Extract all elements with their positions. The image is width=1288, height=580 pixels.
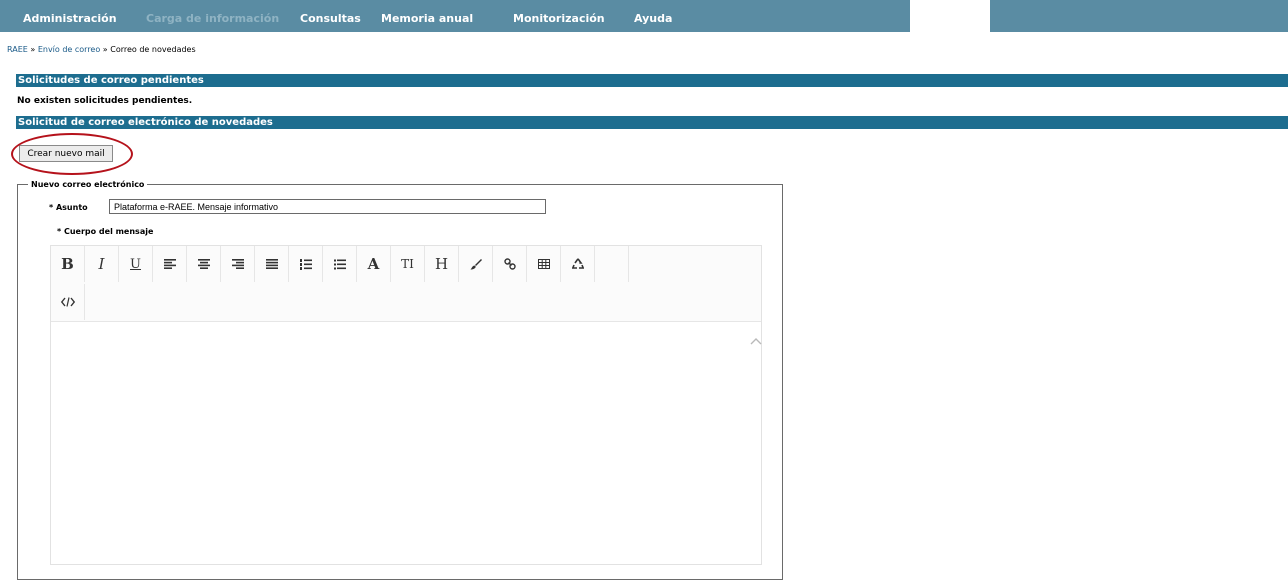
underline-icon: U: [130, 256, 141, 272]
heading-button[interactable]: H: [425, 246, 459, 282]
font-size-button[interactable]: TI: [391, 246, 425, 282]
italic-button[interactable]: I: [85, 246, 119, 282]
align-center-button[interactable]: [187, 246, 221, 282]
font-color-button[interactable]: A: [357, 246, 391, 282]
breadcrumb-link-raee[interactable]: RAEE: [7, 45, 28, 54]
heading-icon: H: [434, 255, 449, 273]
editor-toolbar: B I U A TI H: [51, 246, 761, 322]
italic-icon: I: [98, 255, 105, 273]
new-email-legend: Nuevo correo electrónico: [31, 180, 145, 189]
editor-scroll-up-arrow[interactable]: [750, 336, 762, 346]
table-button[interactable]: [527, 246, 561, 282]
align-justify-icon: [265, 259, 278, 269]
underline-button[interactable]: U: [119, 246, 153, 282]
code-view-button[interactable]: [51, 284, 85, 320]
align-right-button[interactable]: [221, 246, 255, 282]
create-new-mail-button[interactable]: Crear nuevo mail: [19, 145, 113, 162]
unordered-list-icon: [333, 259, 346, 269]
nav-item-monitorizacion[interactable]: Monitorización: [513, 12, 605, 25]
recycle-button[interactable]: [561, 246, 595, 282]
recycle-icon: [571, 258, 584, 269]
message-body-label: * Cuerpo del mensaje: [57, 227, 154, 236]
align-left-button[interactable]: [153, 246, 187, 282]
rich-text-editor: B I U A TI H: [50, 245, 762, 565]
code-view-icon: [60, 297, 75, 307]
font-size-icon: TI: [401, 257, 414, 271]
toolbar-spacer: [595, 246, 629, 282]
nav-bar-gap: [910, 0, 990, 32]
link-button[interactable]: [493, 246, 527, 282]
ordered-list-icon: [299, 258, 312, 270]
pending-requests-header: Solicitudes de correo pendientes: [16, 74, 1288, 87]
bold-button[interactable]: B: [51, 246, 85, 282]
nav-item-consultas[interactable]: Consultas: [300, 12, 361, 25]
font-color-icon: A: [367, 255, 380, 273]
no-pending-requests-text: No existen solicitudes pendientes.: [17, 96, 193, 106]
nav-item-administracion[interactable]: Administración: [23, 12, 117, 25]
subject-input[interactable]: [109, 199, 546, 214]
align-right-icon: [231, 259, 244, 269]
bold-icon: B: [61, 255, 74, 273]
breadcrumb-separator: »: [27, 45, 38, 54]
brush-button[interactable]: [459, 246, 493, 282]
nav-item-memoria-anual[interactable]: Memoria anual: [381, 12, 473, 25]
unordered-list-button[interactable]: [323, 246, 357, 282]
subject-label: * Asunto: [49, 203, 88, 212]
breadcrumb-current: Correo de novedades: [110, 45, 196, 54]
breadcrumb: RAEE » Envío de correo » Correo de noved…: [7, 45, 196, 54]
nav-item-ayuda[interactable]: Ayuda: [634, 12, 672, 25]
align-justify-button[interactable]: [255, 246, 289, 282]
align-center-icon: [197, 259, 210, 269]
brush-icon: [470, 259, 482, 270]
link-icon: [503, 258, 516, 270]
nav-item-carga-de-informacion: Carga de información: [146, 12, 280, 25]
align-left-icon: [163, 259, 176, 269]
breadcrumb-link-envio-de-correo[interactable]: Envío de correo: [38, 45, 100, 54]
ordered-list-button[interactable]: [289, 246, 323, 282]
breadcrumb-separator: »: [100, 45, 111, 54]
table-icon: [537, 259, 550, 269]
request-section-header: Solicitud de correo electrónico de noved…: [16, 116, 1288, 129]
